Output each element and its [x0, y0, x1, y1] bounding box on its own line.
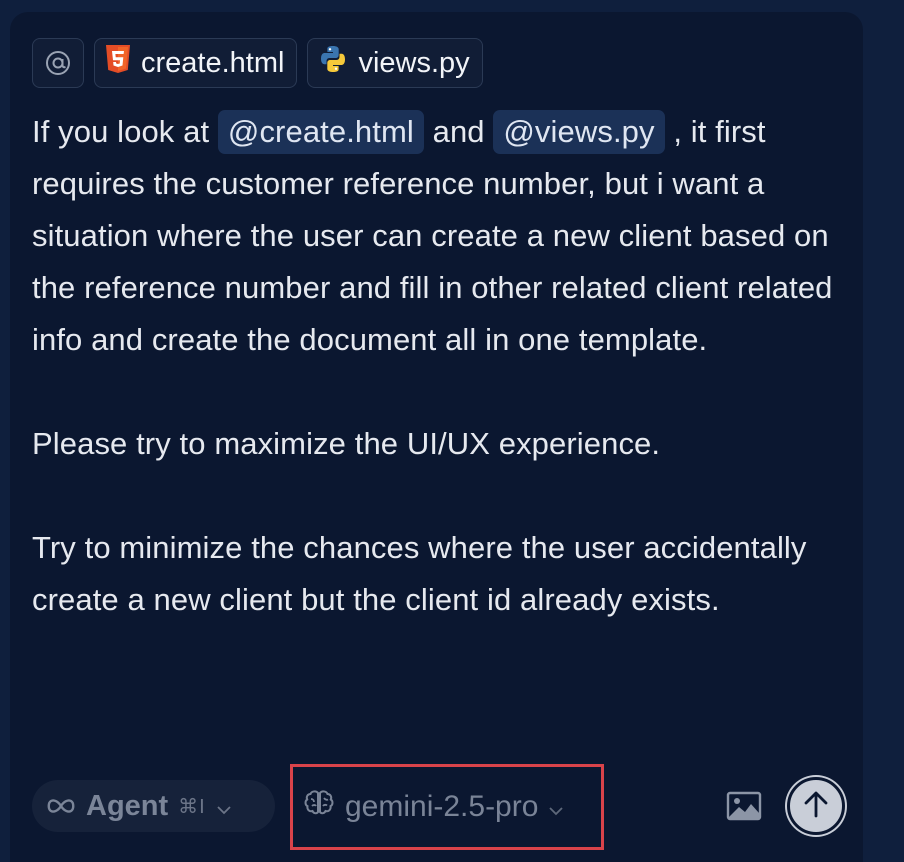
- at-sign-icon: [43, 48, 73, 78]
- message-text: , it first requires the customer referen…: [32, 114, 833, 357]
- app-background: create.html views.py If you look at @cre…: [0, 0, 904, 862]
- context-chips: create.html views.py: [32, 38, 483, 88]
- file-mention-create-html[interactable]: @create.html: [217, 110, 424, 154]
- message-text: and: [423, 114, 494, 149]
- mode-selector[interactable]: Agent ⌘I: [32, 780, 275, 832]
- python-icon: [318, 44, 348, 82]
- arrow-up-icon: [804, 790, 828, 823]
- message-text: If you look at: [32, 114, 218, 149]
- html5-icon: [105, 44, 131, 82]
- mode-shortcut: ⌘I: [178, 795, 206, 818]
- send-button[interactable]: [787, 777, 845, 835]
- context-chip-label: views.py: [358, 46, 470, 79]
- add-context-button[interactable]: [32, 38, 84, 88]
- model-label: gemini-2.5-pro: [345, 790, 539, 823]
- message-paragraph: If you look at @create.html and @views.p…: [32, 106, 852, 366]
- message-paragraph: Try to minimize the chances where the us…: [32, 530, 807, 617]
- context-chip-views-py[interactable]: views.py: [307, 38, 483, 88]
- brain-icon: [303, 789, 335, 825]
- attach-image-button[interactable]: [726, 790, 762, 822]
- model-selector[interactable]: gemini-2.5-pro: [290, 764, 604, 850]
- context-chip-label: create.html: [141, 46, 285, 79]
- chevron-down-icon: [548, 790, 564, 824]
- prompt-message[interactable]: If you look at @create.html and @views.p…: [32, 106, 852, 626]
- file-mention-views-py[interactable]: @views.py: [493, 110, 665, 154]
- message-paragraph: Please try to maximize the UI/UX experie…: [32, 426, 661, 461]
- mode-label: Agent: [86, 789, 169, 822]
- image-icon: [726, 791, 762, 826]
- chevron-down-icon: [216, 790, 232, 823]
- infinity-icon: [46, 790, 76, 823]
- context-chip-create-html[interactable]: create.html: [94, 38, 298, 88]
- composer-toolbar: Agent ⌘I gemini-2.5-pro: [32, 764, 848, 850]
